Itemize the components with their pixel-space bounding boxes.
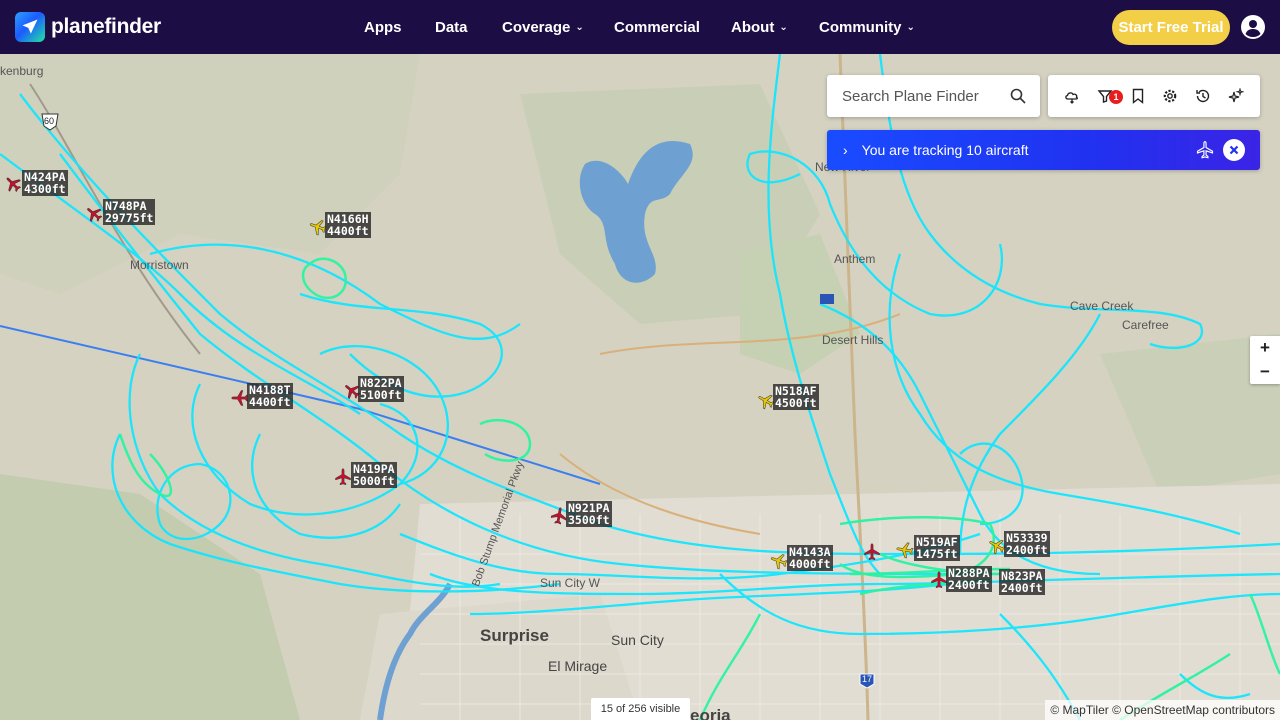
aircraft-marker[interactable] <box>769 551 789 571</box>
place-label: Sun City <box>611 632 664 648</box>
tracking-banner[interactable]: › You are tracking 10 aircraft <box>827 130 1260 170</box>
place-label: eoria <box>690 706 731 720</box>
visible-count: 15 of 256 visible <box>591 698 690 720</box>
nav-commercial[interactable]: Commercial <box>614 19 700 36</box>
aircraft-label[interactable]: N4143A 4000ft <box>787 545 833 571</box>
place-label: Desert Hills <box>822 333 884 347</box>
nav-about[interactable]: About ⌄ <box>731 19 788 36</box>
place-label: Cave Creek <box>1070 299 1134 313</box>
aircraft-label[interactable]: N53339 2400ft <box>1004 531 1050 557</box>
place-label: El Mirage <box>548 658 608 674</box>
search-box <box>827 75 1040 117</box>
aircraft-marker[interactable] <box>862 542 882 562</box>
aircraft-marker[interactable] <box>333 467 353 487</box>
aircraft-label[interactable]: N921PA 3500ft <box>566 501 612 527</box>
zoom-controls: + − <box>1250 336 1280 384</box>
start-free-trial-button[interactable]: Start Free Trial <box>1112 10 1230 45</box>
aircraft-label[interactable]: N288PA 2400ft <box>946 566 992 592</box>
planefinder-logo[interactable]: planefinder <box>15 12 161 42</box>
place-label: Anthem <box>834 252 876 266</box>
logo-text: planefinder <box>51 15 161 38</box>
aircraft-marker[interactable] <box>895 540 915 560</box>
bookmark-icon[interactable] <box>1128 86 1148 106</box>
nav-apps[interactable]: Apps <box>364 19 402 36</box>
place-label: kenburg <box>0 64 44 78</box>
plane-icon[interactable] <box>1195 140 1215 165</box>
route-60-label: 60 <box>44 116 55 126</box>
filter-count-badge: 1 <box>1108 90 1123 104</box>
place-label: Carefree <box>1122 318 1169 332</box>
aircraft-label[interactable]: N419PA 5000ft <box>351 462 397 488</box>
chevron-right-icon[interactable]: › <box>843 142 848 158</box>
close-icon[interactable] <box>1223 139 1245 161</box>
aircraft-label[interactable]: N424PA 4300ft <box>22 170 68 196</box>
zoom-in-button[interactable]: + <box>1250 336 1280 360</box>
nav-community[interactable]: Community ⌄ <box>819 19 915 36</box>
user-account-icon[interactable] <box>1241 15 1265 39</box>
aircraft-label[interactable]: N4188T 4400ft <box>247 383 293 409</box>
chevron-down-icon: ⌄ <box>575 22 584 33</box>
place-label: Sun City W <box>540 576 601 590</box>
route-17-label: 17 <box>862 674 873 684</box>
aircraft-label[interactable]: N519AF 1475ft <box>914 535 960 561</box>
map-attribution: © MapTiler © OpenStreetMap contributors <box>1045 700 1280 720</box>
chevron-down-icon: ⌄ <box>779 22 788 33</box>
aircraft-label[interactable]: N4166H 4400ft <box>325 212 371 238</box>
aircraft-label[interactable]: N822PA 5100ft <box>358 376 404 402</box>
chevron-down-icon: ⌄ <box>906 22 915 33</box>
plane-logo-icon <box>15 12 45 42</box>
settings-icon[interactable] <box>1160 86 1180 106</box>
zoom-out-button[interactable]: − <box>1250 360 1280 384</box>
nav-data[interactable]: Data <box>435 19 468 36</box>
search-input[interactable] <box>842 87 1007 105</box>
history-icon[interactable] <box>1193 86 1213 106</box>
tracking-text: You are tracking 10 aircraft <box>861 142 1029 158</box>
flight-map[interactable]: 60 17 kenburg Morristown Anthem Cave Cre… <box>0 54 1280 720</box>
sparkle-icon[interactable] <box>1226 86 1246 106</box>
weather-icon[interactable] <box>1062 86 1082 106</box>
aircraft-marker[interactable] <box>3 174 23 194</box>
map-toolbar: 1 <box>1048 75 1260 117</box>
nav-coverage[interactable]: Coverage ⌄ <box>502 19 584 36</box>
aircraft-label[interactable]: N823PA 2400ft <box>999 569 1045 595</box>
search-icon[interactable] <box>1010 88 1026 104</box>
place-label: Surprise <box>480 626 549 645</box>
filter-icon[interactable]: 1 <box>1095 86 1123 106</box>
place-label: Morristown <box>130 258 189 272</box>
aircraft-marker[interactable] <box>84 204 104 224</box>
top-nav-bar: planefinder Apps Data Coverage ⌄ Commerci… <box>0 0 1280 54</box>
aircraft-label[interactable]: N748PA 29775ft <box>103 199 156 225</box>
aircraft-label[interactable]: N518AF 4500ft <box>773 384 819 410</box>
